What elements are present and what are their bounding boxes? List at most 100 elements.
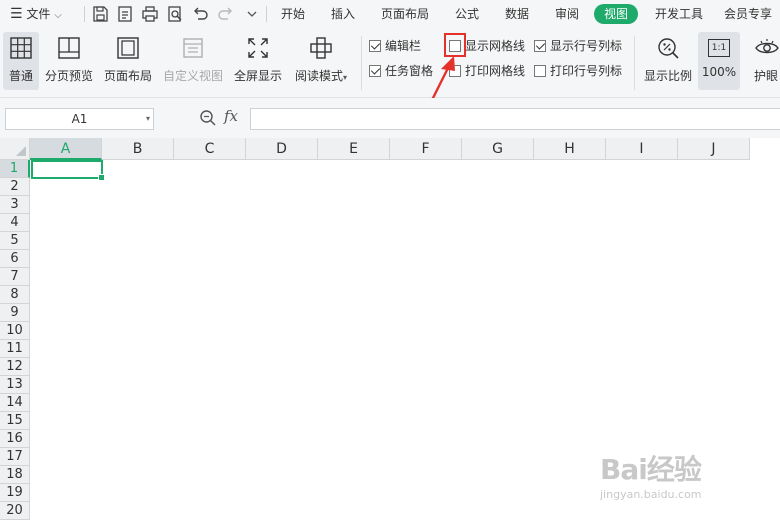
- eye-protection-label: 护眼: [754, 69, 779, 83]
- redo-icon[interactable]: [216, 4, 236, 24]
- custom-view-label: 自定义视图: [162, 69, 223, 83]
- page-break-preview-button[interactable]: 分页预览: [42, 32, 96, 90]
- divider: [361, 36, 362, 90]
- eye-icon: [755, 39, 779, 54]
- row-header[interactable]: 18: [0, 466, 30, 484]
- tab-insert[interactable]: 插入: [326, 4, 360, 24]
- reading-mode-label: 阅读模式▾: [294, 69, 348, 83]
- column-header[interactable]: F: [390, 138, 462, 160]
- row-header[interactable]: 8: [0, 286, 30, 304]
- zoom-ratio-label: 显示比例: [643, 69, 692, 83]
- zoom-percent-icon: [658, 38, 679, 59]
- reading-mode-icon: [310, 37, 332, 59]
- row-header[interactable]: 4: [0, 214, 30, 232]
- row-header[interactable]: 11: [0, 340, 30, 358]
- page-layout-button[interactable]: 页面布局: [100, 32, 156, 90]
- row-header[interactable]: 20: [0, 502, 30, 520]
- chevron-down-icon[interactable]: ▾: [146, 109, 150, 129]
- column-header[interactable]: A: [30, 138, 102, 160]
- tab-formulas[interactable]: 公式: [450, 4, 484, 24]
- checkbox-unchecked-icon: [534, 64, 546, 77]
- watermark: Bai经验 jingyan.baidu.com: [590, 448, 770, 508]
- row-header[interactable]: 15: [0, 412, 30, 430]
- row-header[interactable]: 5: [0, 232, 30, 250]
- row-header[interactable]: 1: [0, 160, 30, 178]
- page-layout-icon: [117, 37, 139, 59]
- print-gridlines-checkbox-label: 打印网格线: [465, 64, 526, 78]
- tab-member[interactable]: 会员专享: [724, 4, 780, 24]
- full-screen-label: 全屏显示: [233, 69, 282, 83]
- row-header[interactable]: 16: [0, 430, 30, 448]
- export-pdf-icon[interactable]: [115, 4, 135, 24]
- column-header[interactable]: D: [246, 138, 318, 160]
- name-box-value: A1: [71, 112, 88, 126]
- show-gridlines-checkbox-label: 显示网格线: [465, 39, 526, 53]
- row-header[interactable]: 12: [0, 358, 30, 376]
- row-header[interactable]: 7: [0, 268, 30, 286]
- search-icon[interactable]: [198, 108, 218, 128]
- file-menu-label: 文件: [26, 7, 51, 21]
- zoom-100-button[interactable]: 1:1 100%: [698, 32, 740, 90]
- row-header[interactable]: 19: [0, 484, 30, 502]
- reading-mode-button[interactable]: 阅读模式▾: [290, 32, 352, 90]
- full-screen-icon: [248, 38, 268, 58]
- row-header[interactable]: 9: [0, 304, 30, 322]
- column-header[interactable]: C: [174, 138, 246, 160]
- row-header[interactable]: 10: [0, 322, 30, 340]
- eye-protection-button[interactable]: 护眼: [748, 32, 780, 90]
- watermark-logo: Bai经验: [600, 453, 702, 486]
- row-header[interactable]: 3: [0, 196, 30, 214]
- print-headers-checkbox[interactable]: 打印行号列标: [534, 62, 622, 80]
- custom-view-icon: [183, 38, 203, 58]
- show-headers-checkbox[interactable]: 显示行号列标: [534, 37, 622, 55]
- row-header[interactable]: 14: [0, 394, 30, 412]
- save-icon[interactable]: [90, 4, 110, 24]
- full-screen-button[interactable]: 全屏显示: [230, 32, 286, 90]
- row-header[interactable]: 13: [0, 376, 30, 394]
- column-header[interactable]: E: [318, 138, 390, 160]
- page-layout-label: 页面布局: [103, 69, 152, 83]
- column-header[interactable]: B: [102, 138, 174, 160]
- page-break-preview-label: 分页预览: [44, 69, 93, 83]
- select-all-corner[interactable]: [0, 138, 30, 160]
- grid-icon: [10, 37, 32, 59]
- formula-bar-checkbox-label: 编辑栏: [385, 39, 422, 53]
- active-cell-a1[interactable]: [31, 160, 105, 181]
- column-header[interactable]: H: [534, 138, 606, 160]
- zoom-ratio-button[interactable]: 显示比例: [641, 32, 695, 90]
- formula-bar: A1 ▾ fx: [0, 98, 780, 138]
- tab-data[interactable]: 数据: [500, 4, 534, 24]
- file-menu[interactable]: ☰ 文件 ⌵: [10, 0, 62, 28]
- column-header[interactable]: J: [678, 138, 750, 160]
- checkbox-checked-icon: [534, 39, 546, 52]
- tab-view[interactable]: 视图: [594, 4, 638, 24]
- page-break-icon: [58, 37, 80, 59]
- chevron-down-icon: ⌵: [54, 10, 62, 21]
- column-header[interactable]: I: [606, 138, 678, 160]
- print-icon[interactable]: [140, 4, 160, 24]
- column-header[interactable]: G: [462, 138, 534, 160]
- tab-developer[interactable]: 开发工具: [650, 4, 708, 24]
- print-preview-icon[interactable]: [165, 4, 185, 24]
- row-header[interactable]: 6: [0, 250, 30, 268]
- tab-page-layout[interactable]: 页面布局: [376, 4, 434, 24]
- ribbon-view: 普通 分页预览 页面布局 自定义视图 全屏显示 阅读模式▾ 编辑栏 任务窗格 显…: [0, 28, 780, 98]
- row-header[interactable]: 2: [0, 178, 30, 196]
- print-headers-checkbox-label: 打印行号列标: [550, 64, 623, 78]
- normal-view-button[interactable]: 普通: [3, 32, 39, 90]
- tab-review[interactable]: 审阅: [550, 4, 584, 24]
- checkbox-checked-icon: [369, 64, 381, 77]
- checkbox-checked-icon: [369, 39, 381, 52]
- divider: [634, 36, 635, 90]
- custom-view-button[interactable]: 自定义视图: [160, 32, 226, 90]
- normal-view-label: 普通: [8, 69, 33, 83]
- one-to-one-icon: 1:1: [708, 39, 730, 57]
- row-header[interactable]: 17: [0, 448, 30, 466]
- insert-function-icon[interactable]: fx: [224, 107, 238, 125]
- name-box[interactable]: A1 ▾: [5, 108, 154, 130]
- formula-input[interactable]: [250, 108, 780, 130]
- chevron-down-icon[interactable]: [242, 4, 262, 24]
- divider: [266, 6, 267, 22]
- tab-home[interactable]: 开始: [276, 4, 310, 24]
- undo-icon[interactable]: [190, 4, 210, 24]
